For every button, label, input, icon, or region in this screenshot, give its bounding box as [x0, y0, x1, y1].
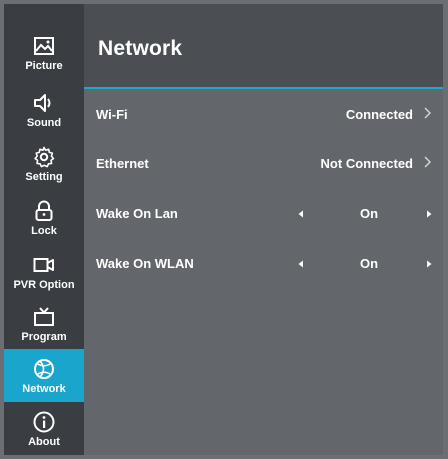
wake-on-wlan-label: Wake On WLAN [96, 256, 194, 271]
speaker-icon [34, 93, 51, 112]
content-panel: Network Wi-Fi Connected Ethernet Not Con… [84, 4, 443, 455]
sidebar-item-pvr-option[interactable]: PVR Option [4, 245, 84, 298]
sidebar-item-label: Network [22, 382, 66, 395]
sidebar-item-label: About [28, 435, 60, 448]
gear-icon [34, 146, 55, 167]
setting-row-ethernet[interactable]: Ethernet Not Connected [84, 144, 443, 184]
ethernet-status: Not Connected [320, 156, 413, 171]
header-divider [84, 87, 443, 89]
camera-icon [33, 257, 54, 272]
setting-row-wifi[interactable]: Wi-Fi Connected [84, 95, 443, 135]
sidebar-item-label: Sound [26, 116, 62, 129]
info-icon [33, 411, 55, 432]
arrow-right-icon[interactable] [424, 256, 434, 272]
lock-icon [35, 200, 53, 221]
sidebar-item-lock[interactable]: Lock [4, 191, 84, 244]
wake-on-lan-label: Wake On Lan [96, 206, 178, 221]
wifi-label: Wi-Fi [96, 107, 128, 122]
sidebar-item-label: Picture [25, 59, 63, 72]
tv-settings-window: Picture Sound Setting Lock PVR Option Pr… [4, 4, 443, 455]
picture-icon [34, 36, 54, 55]
sidebar-item-network[interactable]: Network [4, 349, 84, 402]
wake-on-wlan-value: On [359, 256, 379, 271]
page-header: Network [84, 4, 443, 88]
sidebar-item-about[interactable]: About [4, 402, 84, 455]
page-title: Network [98, 37, 183, 60]
arrow-left-icon[interactable] [296, 256, 306, 272]
tv-icon [34, 306, 54, 326]
chevron-right-icon [424, 156, 431, 168]
chevron-right-icon [424, 107, 431, 119]
sidebar-item-label: PVR Option [13, 278, 75, 291]
sidebar-item-label: Setting [25, 170, 63, 183]
setting-row-wake-on-lan[interactable]: Wake On Lan On [84, 194, 443, 234]
sidebar: Picture Sound Setting Lock PVR Option Pr… [4, 4, 84, 455]
ethernet-label: Ethernet [96, 156, 149, 171]
sidebar-item-sound[interactable]: Sound [4, 83, 84, 136]
sidebar-item-label: Lock [31, 224, 57, 237]
setting-row-wake-on-wlan[interactable]: Wake On WLAN On [84, 244, 443, 284]
arrow-right-icon[interactable] [424, 206, 434, 222]
arrow-left-icon[interactable] [296, 206, 306, 222]
sidebar-item-picture[interactable]: Picture [4, 26, 84, 79]
globe-icon [34, 358, 54, 379]
wake-on-lan-value: On [359, 206, 379, 221]
sidebar-item-label: Program [21, 330, 67, 343]
wifi-status: Connected [345, 107, 413, 122]
sidebar-item-setting[interactable]: Setting [4, 137, 84, 190]
sidebar-item-program[interactable]: Program [4, 297, 84, 350]
